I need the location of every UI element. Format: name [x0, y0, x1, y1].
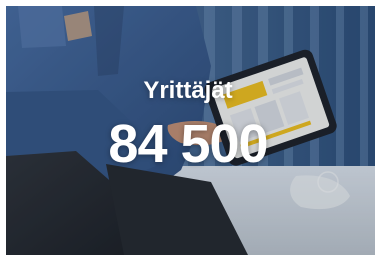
- background-photo: [6, 6, 375, 255]
- statistic-card: Yrittäjät 84 500: [0, 0, 376, 255]
